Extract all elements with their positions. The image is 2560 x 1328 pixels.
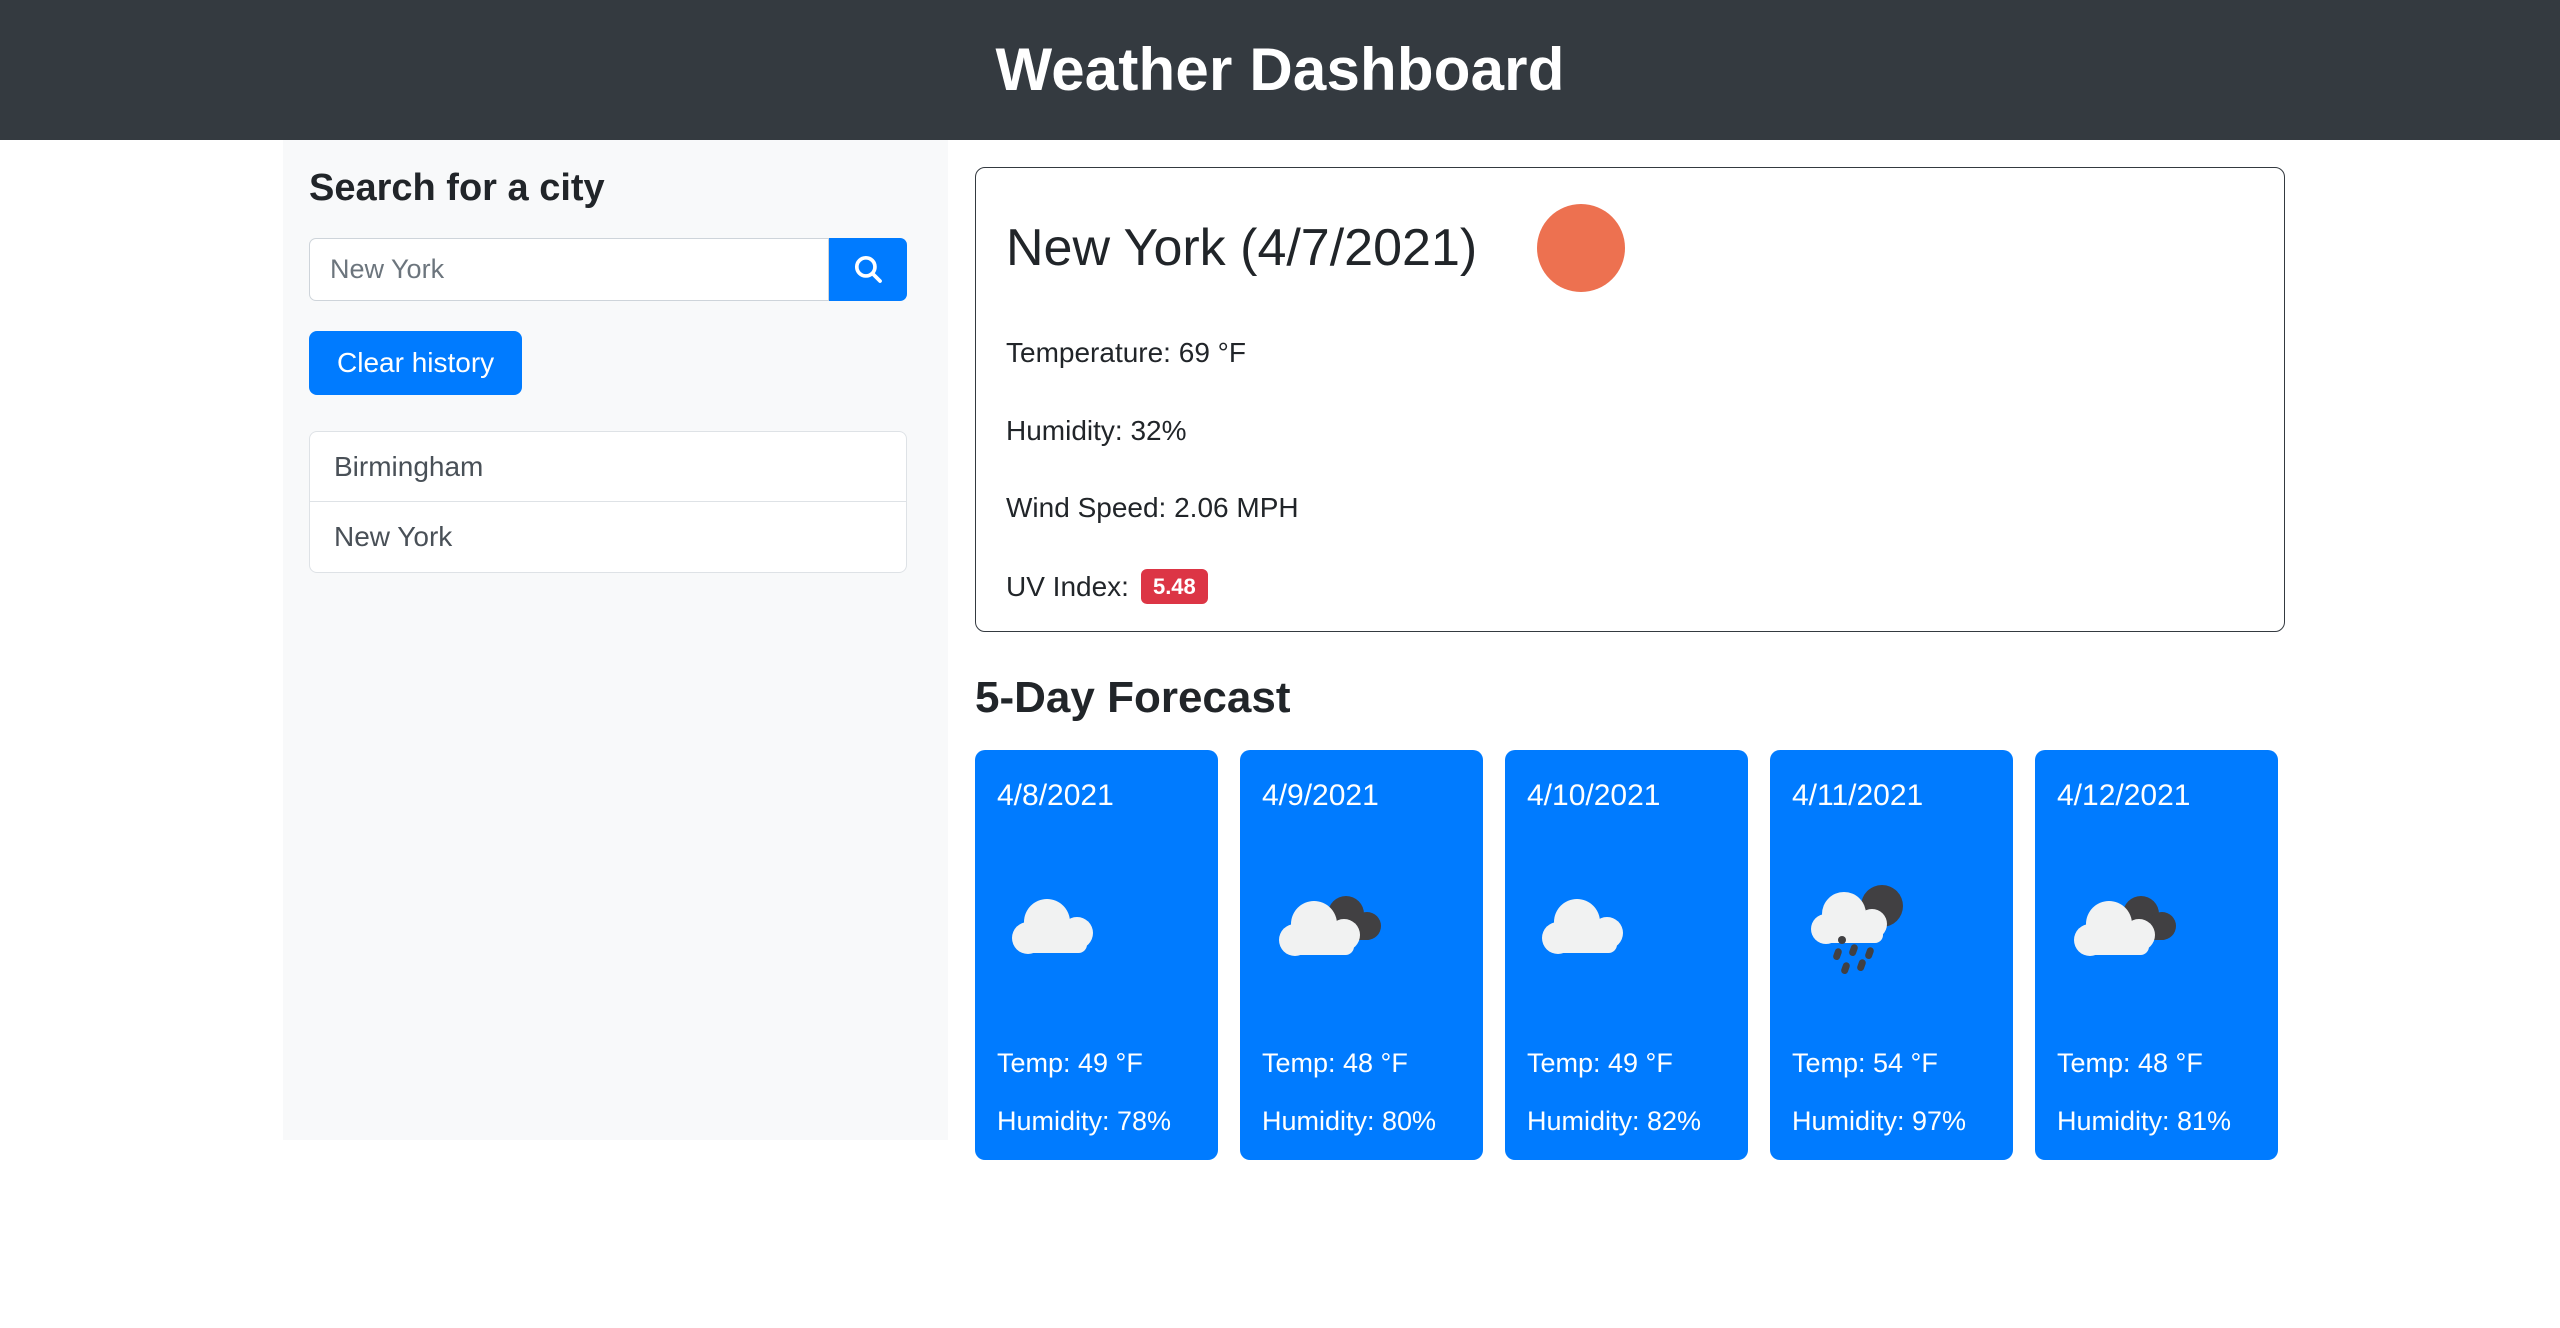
- search-input[interactable]: [309, 237, 829, 301]
- search-icon: [851, 252, 885, 286]
- forecast-temp: Temp: 54 °F: [1792, 1048, 1938, 1079]
- forecast-temp: Temp: 48 °F: [1262, 1048, 1408, 1079]
- search-form: [309, 237, 907, 301]
- forecast-humidity: Humidity: 82%: [1527, 1106, 1702, 1137]
- forecast-date: 4/9/2021: [1262, 778, 1379, 812]
- forecast-date: 4/10/2021: [1527, 778, 1661, 812]
- forecast-heading: 5-Day Forecast: [975, 673, 1291, 722]
- current-wind-speed: Wind Speed: 2.06 MPH: [1006, 492, 1299, 524]
- forecast-humidity: Humidity: 97%: [1792, 1106, 1967, 1137]
- page-title: Weather Dashboard: [995, 36, 1565, 103]
- clear-history-button[interactable]: Clear history: [309, 330, 523, 395]
- current-temperature: Temperature: 69 °F: [1006, 337, 1246, 368]
- forecast-humidity: Humidity: 81%: [2057, 1106, 2232, 1137]
- current-city-and-date: New York (4/7/2021): [1006, 218, 1478, 277]
- search-history-list: Birmingham New York: [309, 430, 907, 573]
- forecast-card-list: 4/8/2021 Temp: 49 °F Humidity: 78% 4/9/2…: [975, 749, 2285, 1160]
- forecast-date: 4/8/2021: [997, 778, 1114, 812]
- history-item-new-york[interactable]: New York: [309, 501, 907, 573]
- rain-icon: [1792, 814, 1991, 1047]
- broken-clouds-icon: [2057, 814, 2256, 1047]
- search-button[interactable]: [829, 237, 907, 301]
- sun-clear-icon: [1537, 204, 1626, 292]
- forecast-date: 4/12/2021: [2057, 778, 2191, 812]
- forecast-card: 4/11/2021 Temp: 54 °F Humidity: 97%: [1770, 749, 2013, 1160]
- uv-index-label: UV Index:: [1006, 570, 1129, 602]
- forecast-temp: Temp: 48 °F: [2057, 1048, 2203, 1079]
- forecast-temp: Temp: 49 °F: [997, 1048, 1143, 1079]
- forecast-humidity: Humidity: 80%: [1262, 1106, 1437, 1137]
- forecast-card: 4/10/2021 Temp: 49 °F Humidity: 82%: [1505, 749, 1748, 1160]
- search-sidebar: Search for a city Clear history Birmingh…: [283, 140, 948, 1140]
- forecast-card: 4/8/2021 Temp: 49 °F Humidity: 78%: [975, 749, 1218, 1160]
- uv-index-badge: 5.48: [1140, 568, 1208, 605]
- current-weather-header: New York (4/7/2021): [1006, 204, 2252, 292]
- forecast-date: 4/11/2021: [1792, 778, 1924, 812]
- current-humidity: Humidity: 32%: [1006, 414, 1187, 446]
- page-body: Search for a city Clear history Birmingh…: [0, 140, 2560, 1160]
- forecast-humidity: Humidity: 78%: [997, 1106, 1172, 1137]
- main-content: New York (4/7/2021) Temperature: 69 °F H…: [975, 140, 2285, 1160]
- cloud-icon: [997, 814, 1196, 1047]
- forecast-card: 4/9/2021 Temp: 48 °F Humidity: 80%: [1240, 749, 1483, 1160]
- history-item-birmingham[interactable]: Birmingham: [309, 430, 907, 502]
- forecast-card: 4/12/2021 Temp: 48 °F Humidity: 81%: [2035, 749, 2278, 1160]
- current-uv-index-row: UV Index: 5.48: [1006, 568, 2252, 605]
- cloud-icon: [1527, 814, 1726, 1047]
- app-header: Weather Dashboard: [0, 0, 2560, 140]
- forecast-temp: Temp: 49 °F: [1527, 1048, 1673, 1079]
- current-weather-card: New York (4/7/2021) Temperature: 69 °F H…: [975, 167, 2285, 632]
- broken-clouds-icon: [1262, 814, 1461, 1047]
- sidebar-heading: Search for a city: [309, 167, 605, 209]
